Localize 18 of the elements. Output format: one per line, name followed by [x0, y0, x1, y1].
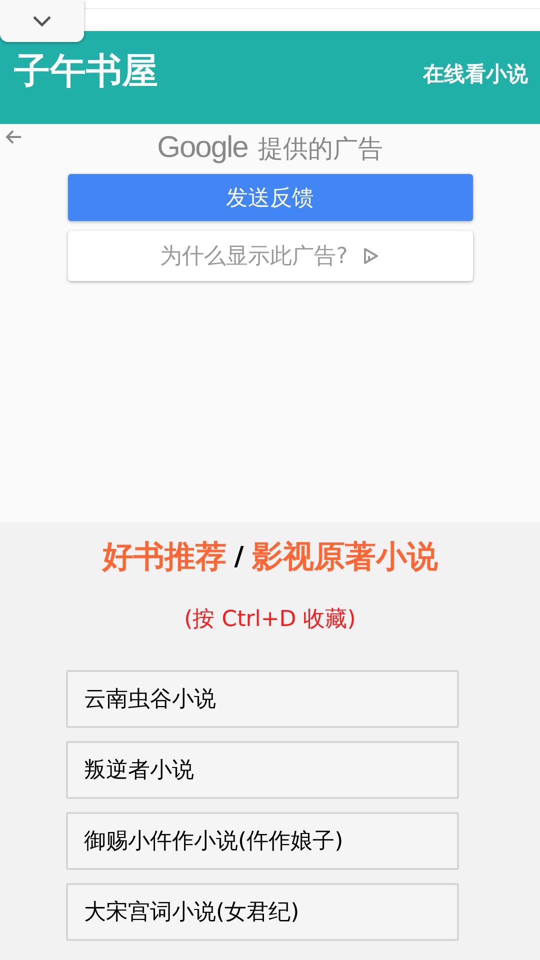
- back-arrow-icon[interactable]: [6, 130, 22, 144]
- bookmark-hint: (按 Ctrl+D 收藏): [183, 606, 357, 634]
- google-logo: Google: [157, 131, 248, 165]
- site-title[interactable]: 子午书屋: [14, 47, 158, 96]
- recommended-books-link[interactable]: 好书推荐: [102, 536, 226, 578]
- send-feedback-button[interactable]: 发送反馈: [68, 174, 472, 221]
- book-link[interactable]: 御赐小仵作小说(仵作娘子): [66, 812, 459, 870]
- film-source-novels-link[interactable]: 影视原著小说: [252, 536, 438, 578]
- book-link[interactable]: 叛逆者小说: [66, 741, 459, 799]
- adchoices-icon: [362, 247, 380, 265]
- book-link[interactable]: 云南虫谷小说: [66, 670, 459, 728]
- heading-separator: /: [234, 542, 244, 572]
- book-link[interactable]: 大宋宫词小说(女君纪): [66, 883, 459, 941]
- collapse-tab[interactable]: [0, 0, 84, 42]
- chevron-down-icon: [32, 15, 52, 27]
- ad-label: 提供的广告: [258, 132, 383, 164]
- site-tagline: 在线看小说: [423, 61, 528, 88]
- why-this-ad-button[interactable]: 为什么显示此广告?: [68, 231, 472, 281]
